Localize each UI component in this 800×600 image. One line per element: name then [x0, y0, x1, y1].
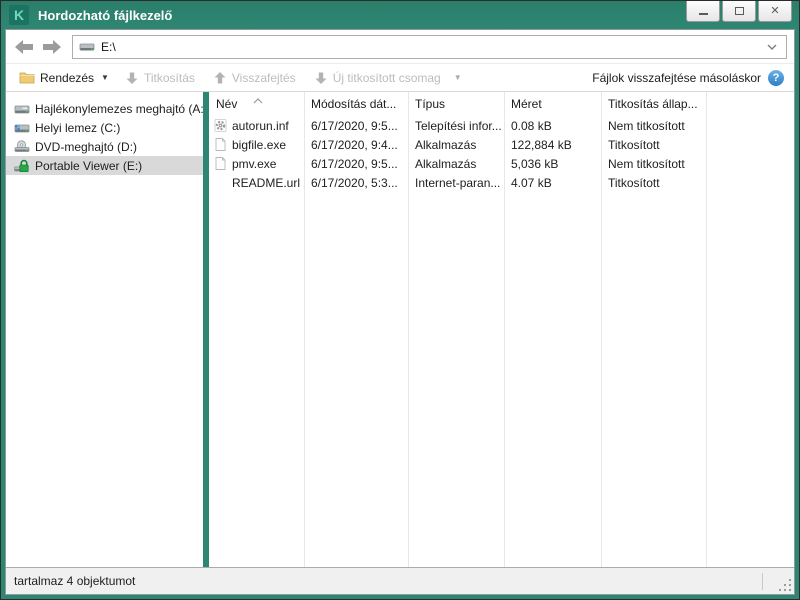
encrypt-button[interactable]: Titkosítás [120, 68, 200, 88]
toolbar: Rendezés ▼ Titkosítás Visszafejtés Új ti… [6, 63, 794, 92]
drive-sidebar: Hajlékonylemezes meghajtó (A:) Helyi lem… [6, 92, 203, 567]
sidebar-item-floppy-a[interactable]: Hajlékonylemezes meghajtó (A:) [6, 99, 203, 118]
file-list-panel: Név Módosítás dát... Típus Méret Titkosí… [209, 92, 794, 567]
inf-file-icon [212, 118, 228, 134]
encrypted-drive-icon [14, 158, 30, 174]
column-header-size[interactable]: Méret [504, 92, 601, 116]
minimize-button[interactable] [686, 1, 720, 22]
file-type: Alkalmazás [408, 154, 504, 173]
status-bar: tartalmaz 4 objektumot [6, 567, 794, 594]
column-header-encryption-status[interactable]: Titkosítás állap... [601, 92, 706, 116]
back-arrow-icon [14, 39, 34, 55]
file-encryption-status: Nem titkosított [601, 154, 706, 173]
help-icon[interactable]: ? [768, 70, 784, 86]
address-text[interactable]: E:\ [101, 40, 766, 54]
status-text: tartalmaz 4 objektumot [14, 574, 135, 588]
file-size: 122,884 kB [504, 135, 601, 154]
exe-file-icon [212, 137, 228, 153]
column-separator[interactable] [304, 92, 305, 567]
dvd-drive-icon [14, 139, 30, 155]
sidebar-item-label: Portable Viewer (E:) [35, 159, 142, 173]
new-package-chevron-down-icon[interactable]: ▼ [454, 73, 462, 82]
decrypt-button[interactable]: Visszafejtés [208, 68, 301, 88]
forward-arrow-icon [42, 39, 62, 55]
sidebar-item-label: DVD-meghajtó (D:) [35, 140, 137, 154]
close-button[interactable]: ✕ [758, 1, 792, 22]
sidebar-item-label: Helyi lemez (C:) [35, 121, 120, 135]
file-name: autorun.inf [232, 119, 289, 133]
encrypt-label: Titkosítás [144, 71, 195, 85]
organize-button[interactable]: Rendezés ▼ [14, 68, 114, 88]
sidebar-item-local-c[interactable]: Helyi lemez (C:) [6, 118, 203, 137]
organize-chevron-down-icon: ▼ [101, 73, 109, 82]
file-encryption-status: Nem titkosított [601, 116, 706, 135]
file-modified: 6/17/2020, 9:5... [304, 116, 408, 135]
file-modified: 6/17/2020, 5:3... [304, 173, 408, 192]
address-dropdown-chevron-down-icon[interactable] [766, 43, 778, 51]
decrypt-label: Visszafejtés [232, 71, 296, 85]
column-separator[interactable] [706, 92, 707, 567]
sidebar-item-portable-e[interactable]: Portable Viewer (E:) [6, 156, 203, 175]
arrow-up-icon [213, 71, 227, 85]
file-size: 5,036 kB [504, 154, 601, 173]
close-icon: ✕ [770, 6, 779, 17]
arrow-down-icon [125, 71, 139, 85]
file-type: Alkalmazás [408, 135, 504, 154]
organize-label: Rendezés [40, 71, 94, 85]
maximize-icon [735, 7, 744, 15]
forward-button[interactable] [41, 38, 63, 56]
blank-file-icon [212, 175, 228, 191]
sidebar-item-dvd-d[interactable]: DVD-meghajtó (D:) [6, 137, 203, 156]
floppy-drive-icon [14, 101, 30, 117]
decrypt-on-copy-label: Fájlok visszafejtése másoláskor [592, 71, 761, 85]
decrypt-on-copy-button[interactable]: Fájlok visszafejtése másoláskor ? [592, 70, 786, 86]
main-area: Hajlékonylemezes meghajtó (A:) Helyi lem… [6, 92, 794, 567]
kaspersky-logo-icon: K [9, 5, 29, 25]
address-bar[interactable]: E:\ [72, 35, 787, 59]
file-encryption-status: Titkosított [601, 135, 706, 154]
resize-grip[interactable] [779, 579, 791, 591]
file-size: 0.08 kB [504, 116, 601, 135]
drive-icon [79, 40, 95, 54]
maximize-button[interactable] [722, 1, 756, 22]
folder-icon [19, 71, 35, 85]
arrow-down-icon [314, 71, 328, 85]
column-header-type[interactable]: Típus [408, 92, 504, 116]
titlebar[interactable]: K Hordozható fájlkezelő ✕ [1, 1, 799, 29]
file-name: README.url [232, 176, 300, 190]
minimize-icon [699, 13, 708, 15]
file-size: 4.07 kB [504, 173, 601, 192]
column-header-row: Név Módosítás dát... Típus Méret Titkosí… [209, 92, 794, 116]
app-window: K Hordozható fájlkezelő ✕ E:\ [0, 0, 800, 600]
file-modified: 6/17/2020, 9:5... [304, 154, 408, 173]
window-title: Hordozható fájlkezelő [38, 8, 172, 23]
column-separator[interactable] [408, 92, 409, 567]
new-package-label: Új titkosított csomag [333, 71, 441, 85]
file-type: Telepítési infor... [408, 116, 504, 135]
file-type: Internet-paran... [408, 173, 504, 192]
exe-file-icon [212, 156, 228, 172]
file-modified: 6/17/2020, 9:4... [304, 135, 408, 154]
back-button[interactable] [13, 38, 35, 56]
file-name: bigfile.exe [232, 138, 286, 152]
new-encrypted-package-button[interactable]: Új titkosított csomag ▼ [309, 68, 467, 88]
column-header-modified[interactable]: Módosítás dát... [304, 92, 408, 116]
navigation-bar: E:\ [6, 30, 794, 63]
statusbar-divider [762, 573, 763, 590]
local-disk-icon [14, 120, 30, 136]
sort-ascending-icon [253, 93, 263, 107]
column-separator[interactable] [601, 92, 602, 567]
column-separator[interactable] [504, 92, 505, 567]
window-content: E:\ Rendezés ▼ Titkosítás Visszafejtés [5, 29, 795, 595]
sidebar-item-label: Hajlékonylemezes meghajtó (A:) [35, 102, 203, 116]
file-encryption-status: Titkosított [601, 173, 706, 192]
column-header-name[interactable]: Név [209, 92, 304, 116]
file-name: pmv.exe [232, 157, 276, 171]
